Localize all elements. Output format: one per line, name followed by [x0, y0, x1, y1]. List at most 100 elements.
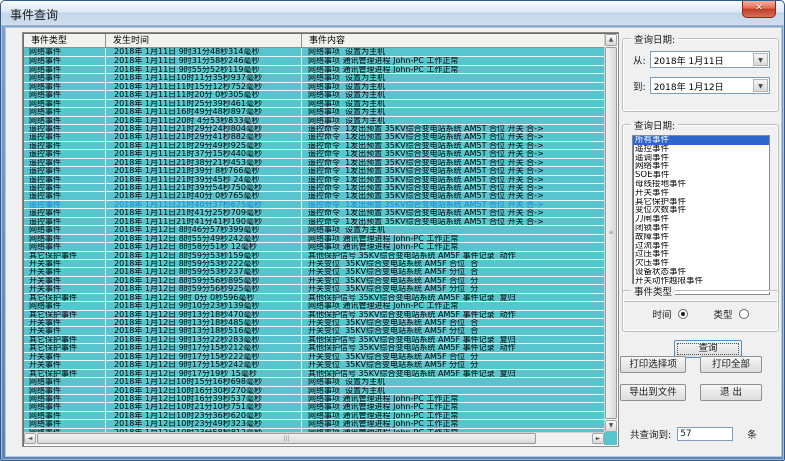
table-row[interactable]: 开关事件2018年 1月12日 8时59分53秒237毫秒开关变位 35KV综合… — [24, 267, 604, 275]
table-row[interactable]: 开关事件2018年 1月12日 9时13分18秒485毫秒开关变位 35KV综合… — [24, 318, 604, 326]
table-row[interactable]: 遥控事件2018年 1月11日21时37分15秒440毫秒遥控命令 1发出预置 … — [24, 149, 604, 157]
close-button[interactable]: ✕ — [742, 1, 776, 18]
table-row[interactable]: 网络事件2018年 1月12日 8时58分51秒 12毫秒网络事项 通讯管理进程… — [24, 242, 604, 250]
table-row[interactable]: 遥控事件2018年 1月11日21时39分54秒750毫秒遥控命令 1发出预置 … — [24, 183, 604, 191]
scroll-grip-icon: ≡ — [606, 229, 616, 236]
table-row[interactable]: 网络事件2018年 1月12日10时15分16秒698毫秒网络事项 设置为主机 — [24, 377, 604, 385]
from-date-combo[interactable]: 2018年 1月11日 ▼ — [650, 51, 770, 68]
event-filter-item[interactable]: 母线接地事件 — [633, 180, 769, 189]
table-row[interactable]: 遥控事件2018年 1月11日21时41分41秒190毫秒遥控命令 1发出预置 … — [24, 217, 604, 225]
cell-event-type: 网络事件 — [24, 243, 106, 250]
result-count-field[interactable]: 57 — [677, 427, 733, 441]
event-filter-item[interactable]: 过压事件 — [633, 250, 769, 259]
print-selected-button[interactable]: 打印选择项 — [620, 356, 686, 373]
table-row[interactable]: 开关事件2018年 1月12日 8时59分56秒895毫秒开关变位 35KV综合… — [24, 276, 604, 284]
event-filter-listbox[interactable]: 所有事件遥控事件遥调事件网络事件SOE事件母线接地事件开关事件其它保护事件变位次… — [632, 135, 770, 295]
event-filter-item[interactable]: 所有事件 — [633, 136, 769, 145]
scroll-left-arrow-icon[interactable]: ◄ — [24, 433, 36, 444]
cell-event-content: 遥控命令 1发出预置 35KV综合变电站系统 AM5T 合位 开关 合-> — [302, 167, 604, 174]
chevron-down-icon[interactable]: ▼ — [753, 79, 768, 92]
event-filter-item[interactable]: SOE事件 — [633, 171, 769, 180]
table-row[interactable]: 网络事件2018年 1月12日10时16分39秒537毫秒网络事项 通讯管理进程… — [24, 394, 604, 402]
table-row[interactable]: 网络事件2018年 1月11日 9时31分48秒314毫秒网络事项 设置为主机 — [24, 48, 604, 56]
event-filter-item[interactable]: 设备状态事件 — [633, 268, 769, 277]
chevron-down-icon[interactable]: ▼ — [753, 53, 768, 66]
cell-event-type: 网络事件 — [24, 74, 106, 81]
cell-event-content: 开关变位 35KV综合变电站系统 AM5F 分位 分 — [302, 361, 604, 368]
table-row[interactable]: 网络事件2018年 1月11日16时49分48秒897毫秒网络事项 设置为主机 — [24, 107, 604, 115]
event-filter-item[interactable]: 其它保护事件 — [633, 198, 769, 207]
table-row[interactable]: 遥控事件2018年 1月11日21时39分45秒 24毫秒遥控命令 1发出预置 … — [24, 175, 604, 183]
scroll-up-arrow-icon[interactable]: ▲ — [605, 34, 617, 46]
title-bar[interactable]: 事件查询 ✕ — [1, 1, 784, 26]
table-row[interactable]: 网络事件2018年 1月12日 8时46分57秒399毫秒网络事项 设置为主机 — [24, 225, 604, 233]
table-row[interactable]: 其它保护事件2018年 1月12日 9时17分15秒212毫秒其他保护信号 35… — [24, 343, 604, 351]
table-row[interactable]: 网络事件2018年 1月12日10时23分49秒323毫秒网络事项 通讯管理进程… — [24, 419, 604, 427]
radio-time[interactable]: 时间 — [652, 307, 687, 321]
cell-event-content: 其他保护信号 35KV综合变电站系统 AM5F 事件记录 复归 — [302, 336, 604, 343]
table-row[interactable]: 网络事件2018年 1月12日10时21分10秒751毫秒网络事项 通讯管理进程… — [24, 402, 604, 410]
event-filter-item[interactable]: 闭锁事件 — [633, 224, 769, 233]
table-row[interactable]: 网络事件2018年 1月11日11时15分12秒752毫秒网络事项 设置为主机 — [24, 82, 604, 90]
table-row[interactable]: 开关事件2018年 1月12日 9时17分15秒242毫秒开关变位 35KV综合… — [24, 360, 604, 368]
scroll-right-arrow-icon[interactable]: ► — [592, 433, 604, 444]
event-filter-item[interactable]: 网络事件 — [633, 162, 769, 171]
table-row[interactable]: 遥控事件2018年 1月11日21时38分21秒453毫秒遥控命令 1发出预置 … — [24, 158, 604, 166]
table-row[interactable]: 遥控事件2018年 1月11日21时40分 0秒765毫秒遥控命令 1发出预置 … — [24, 191, 604, 199]
event-filter-item[interactable]: 变位次数事件 — [633, 206, 769, 215]
event-filter-item[interactable]: 故障事件 — [633, 233, 769, 242]
table-row[interactable]: 开关事件2018年 1月12日 8时59分53秒222毫秒开关变位 35KV综合… — [24, 259, 604, 267]
horizontal-scroll-thumb[interactable]: ||| — [37, 433, 536, 444]
radio-unselected-icon[interactable] — [739, 309, 749, 319]
radio-selected-icon[interactable] — [678, 309, 688, 319]
event-filter-item[interactable]: 开关事件 — [633, 189, 769, 198]
cell-event-content: 开关变位 35KV综合变电站系统 AM5F 合位 分 — [302, 277, 604, 284]
scroll-down-arrow-icon[interactable]: ▼ — [605, 420, 617, 432]
table-row[interactable]: 其它保护事件2018年 1月12日 9时13分18秒470毫秒其他保护信号 35… — [24, 310, 604, 318]
table-row[interactable]: 网络事件2018年 1月12日10时16分30秒270毫秒网络事项 设置为主机 — [24, 386, 604, 394]
radio-type[interactable]: 类型 — [714, 307, 749, 321]
table-row[interactable]: 网络事件2018年 1月11日20时 4分53秒833毫秒网络事项 设置为主机 — [24, 116, 604, 124]
table-row[interactable]: 网络事件2018年 1月11日 9时31分58秒246毫秒网络事项 通讯管理进程… — [24, 56, 604, 64]
column-header-event-time[interactable]: 发生时间 — [106, 34, 302, 47]
vertical-scrollbar[interactable]: ▲ ≡ ▼ — [604, 34, 617, 432]
table-row[interactable]: 其它保护事件2018年 1月12日 9时13分22秒283毫秒其他保护信号 35… — [24, 335, 604, 343]
table-row[interactable]: 网络事件2018年 1月12日 8时55分49秒242毫秒网络事项 通讯管理进程… — [24, 234, 604, 242]
table-row[interactable]: 遥控事件2018年 1月11日21时29分41秒882毫秒遥控命令 1发出预置 … — [24, 132, 604, 140]
table-row[interactable]: 其它保护事件2018年 1月12日 9时 0分 0秒596毫秒其他保护信号 35… — [24, 293, 604, 301]
table-row[interactable]: 遥控事件2018年 1月11日21时39分 8秒766毫秒遥控命令 1发出预置 … — [24, 166, 604, 174]
vertical-scroll-thumb[interactable]: ≡ — [605, 47, 617, 419]
cell-event-time: 2018年 1月11日21时29分24秒804毫秒 — [106, 125, 302, 132]
table-row[interactable]: 网络事件2018年 1月11日11时25分39秒461毫秒网络事项 设置为主机 — [24, 99, 604, 107]
table-row[interactable]: 开关事件2018年 1月12日 9时17分15秒222毫秒开关变位 35KV综合… — [24, 352, 604, 360]
event-filter-item[interactable]: 欠压事件 — [633, 259, 769, 268]
table-row[interactable]: 遥控事件2018年 1月11日21时29分24秒804毫秒遥控命令 1发出预置 … — [24, 124, 604, 132]
event-filter-item[interactable]: 遥控事件 — [633, 145, 769, 154]
table-row[interactable]: 遥控事件2018年 1月11日21时41分25秒709毫秒遥控命令 1发出预置 … — [24, 208, 604, 216]
table-row[interactable]: 网络事件2018年 1月12日10时23分36秒620毫秒网络事项 通讯管理进程… — [24, 411, 604, 419]
table-row[interactable]: 其它保护事件2018年 1月12日 9时17分19秒 15毫秒其他保护信号 35… — [24, 369, 604, 377]
cell-event-time: 2018年 1月12日10时21分10秒751毫秒 — [106, 403, 302, 410]
cell-event-content: 网络事项 通讯管理进程 John-PC 工作正常 — [302, 235, 604, 242]
horizontal-scrollbar[interactable]: ◄ ||| ► — [24, 432, 604, 445]
table-row[interactable]: 网络事件2018年 1月11日 9时55分52秒119毫秒网络事项 通讯管理进程… — [24, 65, 604, 73]
table-row[interactable]: 开关事件2018年 1月12日 8时59分56秒925毫秒开关变位 35KV综合… — [24, 284, 604, 292]
event-type-group: 事件类型 时间 类型 — [622, 290, 779, 332]
column-header-event-type[interactable]: 事件类型 — [24, 34, 106, 47]
table-row[interactable]: 开关事件2018年 1月12日 9时13分18秒516毫秒开关变位 35KV综合… — [24, 326, 604, 334]
table-row[interactable]: 遥控事件2018年 1月11日21时29分49秒925毫秒遥控命令 1发出预置 … — [24, 141, 604, 149]
print-all-button[interactable]: 打印全部 — [700, 356, 762, 373]
event-filter-item[interactable]: 过流事件 — [633, 242, 769, 251]
event-filter-item[interactable]: 遥调事件 — [633, 154, 769, 163]
event-filter-item[interactable]: 刀闸事件 — [633, 215, 769, 224]
table-row[interactable]: 网络事件2018年 1月12日 9时10分23秒139毫秒网络事项 通讯管理进程… — [24, 301, 604, 309]
cell-event-content: 开关变位 35KV综合变电站系统 AM5F 合位 分 — [302, 353, 604, 360]
column-header-event-content[interactable]: 事件内容 — [302, 34, 604, 47]
table-row[interactable]: 其它保护事件2018年 1月12日 8时59分53秒159毫秒其他保护信号 35… — [24, 251, 604, 259]
export-to-file-button[interactable]: 导出到文件 — [620, 384, 686, 401]
exit-button[interactable]: 退 出 — [700, 384, 762, 401]
to-date-combo[interactable]: 2018年 1月12日 ▼ — [650, 77, 770, 94]
table-row[interactable]: 遥控事件2018年 1月11日21时40分37秒675毫秒遥控命令 1发出预置 … — [24, 200, 604, 208]
table-row[interactable]: 网络事件2018年 1月11日10时11分35秒937毫秒网络事项 设置为主机 — [24, 73, 604, 81]
table-row[interactable]: 网络事件2018年 1月11日11时20分 0秒305毫秒网络事项 设置为主机 — [24, 90, 604, 98]
